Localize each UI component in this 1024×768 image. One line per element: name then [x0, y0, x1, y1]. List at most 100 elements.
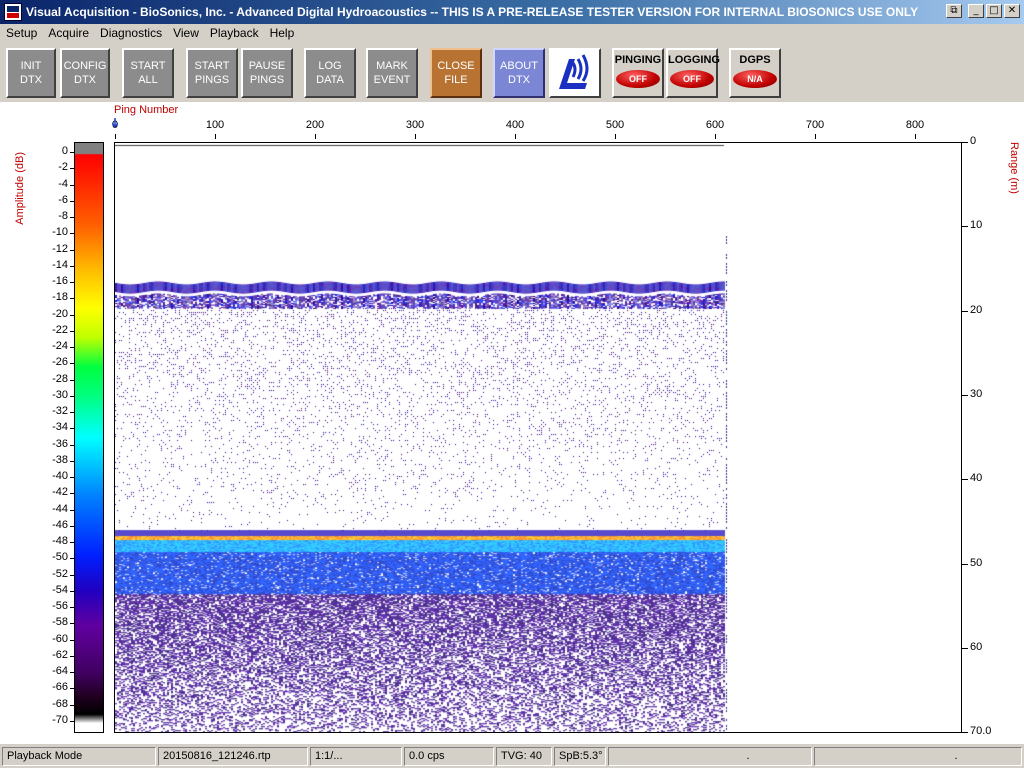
amplitude-tick-label: -10 — [52, 226, 68, 239]
menu-playback[interactable]: Playback — [204, 24, 264, 42]
range-tick-label: 30 — [970, 387, 983, 400]
ping-tick-label: 300 — [405, 119, 425, 131]
close-icon[interactable]: ✕ — [1004, 4, 1020, 18]
mark-event-button[interactable]: MARK EVENT — [366, 48, 418, 98]
ping-cursor-icon — [112, 118, 118, 128]
echogram-canvas[interactable] — [115, 143, 961, 732]
ping-tick — [615, 134, 616, 139]
amplitude-tick — [70, 200, 74, 202]
restore-icon[interactable]: ⧉ — [946, 4, 962, 18]
dgps-indicator: DGPS N/A — [729, 48, 781, 98]
amplitude-tick-label: -22 — [52, 323, 68, 336]
amplitude-tick-label: -4 — [58, 177, 68, 190]
amplitude-tick — [70, 282, 74, 284]
menu-view[interactable]: View — [167, 24, 204, 42]
log-data-button[interactable]: LOG DATA — [304, 48, 356, 98]
amplitude-tick — [70, 249, 74, 251]
amplitude-tick — [70, 314, 74, 316]
status-bar: Playback Mode 20150816_121246.rtp 1:1/..… — [0, 745, 1024, 768]
logging-status-light: OFF — [670, 70, 714, 88]
minimize-icon[interactable]: _ — [968, 4, 984, 18]
range-tick — [962, 226, 968, 228]
pause-pings-button[interactable]: PAUSE PINGS — [241, 48, 293, 98]
ping-tick — [115, 134, 116, 139]
amplitude-tick-label: -20 — [52, 307, 68, 320]
ping-tick-label: 500 — [605, 119, 625, 131]
amplitude-tick-label: -2 — [58, 161, 68, 174]
range-tick — [962, 647, 968, 649]
init-dtx-button[interactable]: INIT DTX — [6, 48, 56, 98]
amplitude-tick-label: -54 — [52, 583, 68, 596]
amplitude-tick-label: -6 — [58, 193, 68, 206]
status-spb: SpB:5.3° — [554, 747, 606, 766]
amplitude-tick — [70, 444, 74, 446]
amplitude-tick — [70, 672, 74, 674]
echogram-view[interactable] — [114, 142, 962, 733]
amplitude-tick-label: -66 — [52, 681, 68, 694]
ping-tick-label: 400 — [505, 119, 525, 131]
amplitude-tick — [70, 542, 74, 544]
window-controls: ⧉ _ □ ✕ — [946, 4, 1020, 18]
amplitude-tick — [70, 363, 74, 365]
status-tvg: TVG: 40 — [496, 747, 552, 766]
maximize-icon[interactable]: □ — [986, 4, 1002, 18]
amplitude-tick — [70, 330, 74, 332]
amplitude-tick-label: -16 — [52, 275, 68, 288]
close-file-button[interactable]: CLOSE FILE — [430, 48, 482, 98]
range-tick-label: 70.0 — [970, 725, 992, 738]
ping-tick-label: 800 — [905, 119, 925, 131]
ping-tick — [815, 134, 816, 139]
range-tick — [962, 310, 968, 312]
amplitude-tick-label: -26 — [52, 356, 68, 369]
range-axis-label: Range (m) — [1008, 142, 1020, 194]
range-tick-label: 60 — [970, 640, 983, 653]
amplitude-tick — [70, 655, 74, 657]
menu-setup[interactable]: Setup — [0, 24, 42, 42]
amplitude-tick-label: -44 — [52, 502, 68, 515]
menu-diagnostics[interactable]: Diagnostics — [94, 24, 167, 42]
ping-tick-label: 200 — [305, 119, 325, 131]
amplitude-tick — [70, 590, 74, 592]
start-all-button[interactable]: START ALL — [122, 48, 174, 98]
menu-help[interactable]: Help — [264, 24, 300, 42]
amplitude-tick-label: -14 — [52, 258, 68, 271]
amplitude-tick — [70, 152, 74, 153]
range-tick-label: 0 — [970, 135, 977, 147]
ping-tick-label: 600 — [705, 119, 725, 131]
status-cps: 0.0 cps — [404, 747, 494, 766]
amplitude-tick — [70, 184, 74, 186]
range-tick-label: 40 — [970, 472, 983, 485]
menu-bar: Setup Acquire Diagnostics View Playback … — [0, 24, 1024, 42]
amplitude-tick-label: -50 — [52, 551, 68, 564]
about-dtx-button[interactable]: ABOUT DTX — [493, 48, 545, 98]
amplitude-tick — [70, 217, 74, 219]
amplitude-tick-label: -60 — [52, 632, 68, 645]
amplitude-tick-label: -70 — [52, 714, 68, 726]
menu-acquire[interactable]: Acquire — [42, 24, 94, 42]
amplitude-tick — [70, 639, 74, 641]
ping-tick — [215, 134, 216, 139]
amplitude-tick-label: -56 — [52, 600, 68, 613]
app-icon[interactable] — [4, 3, 22, 21]
window-title: Visual Acquisition - BioSonics, Inc. - A… — [26, 5, 919, 19]
range-tick-label: 20 — [970, 303, 983, 316]
ping-tick — [415, 134, 416, 139]
amplitude-tick — [70, 688, 74, 690]
amplitude-colorbar — [74, 142, 104, 733]
biosonics-logo-icon[interactable] — [549, 48, 601, 98]
amplitude-tick-label: -38 — [52, 453, 68, 466]
app-window: Visual Acquisition - BioSonics, Inc. - A… — [0, 0, 1024, 768]
amplitude-tick — [70, 721, 74, 722]
ping-number-label: Ping Number — [114, 104, 179, 116]
toolbar: INIT DTX CONFIG DTX START ALL START PINGS PA… — [0, 44, 1024, 102]
config-dtx-button[interactable]: CONFIG DTX — [60, 48, 110, 98]
amplitude-tick-label: -64 — [52, 665, 68, 678]
amplitude-tick-label: -42 — [52, 486, 68, 499]
amplitude-axis-label: Amplitude (dB) — [14, 152, 26, 225]
amplitude-tick — [70, 704, 74, 706]
amplitude-tick — [70, 265, 74, 267]
biosonics-logo-icon-graphic — [559, 54, 589, 89]
start-pings-button[interactable]: START PINGS — [186, 48, 238, 98]
amplitude-tick-label: -12 — [52, 242, 68, 255]
ping-tick-label: 100 — [205, 119, 225, 131]
